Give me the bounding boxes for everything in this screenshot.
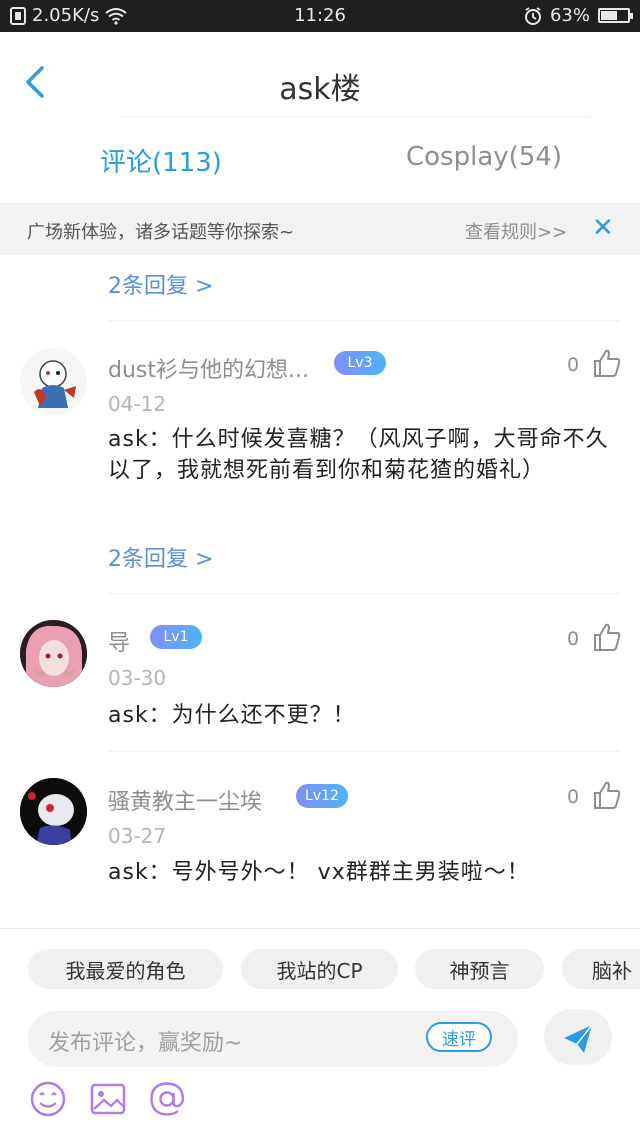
view-rules-link[interactable]: 查看规则>> xyxy=(465,218,567,244)
divider xyxy=(120,116,590,117)
status-bar: 2.05K/s 11:26 63% xyxy=(0,0,640,32)
mention-icon[interactable] xyxy=(147,1079,187,1119)
notice-banner: 广场新体验，诸多话题等你探索~ 查看规则>> ✕ xyxy=(0,203,640,255)
page-title: ask楼 xyxy=(279,72,361,107)
comment-input[interactable]: 发布评论，赢奖励~ 速评 xyxy=(28,1011,518,1067)
quick-comment-button[interactable]: 速评 xyxy=(426,1022,492,1052)
thumbs-up-icon[interactable] xyxy=(592,348,622,378)
comment-date: 03-27 xyxy=(108,824,167,848)
comment-date: 04-12 xyxy=(108,392,167,416)
like-count: 0 xyxy=(567,628,580,650)
comment-input-placeholder: 发布评论，赢奖励~ xyxy=(48,1031,243,1056)
comment-date: 03-30 xyxy=(108,666,167,690)
thumbs-up-icon[interactable] xyxy=(592,622,622,652)
replies-link[interactable]: 2条回复 > xyxy=(108,541,213,573)
level-badge: Lv12 xyxy=(296,784,348,808)
username[interactable]: 导 xyxy=(108,625,130,657)
alarm-icon xyxy=(524,6,541,25)
battery-level xyxy=(601,11,618,20)
tab-comments[interactable]: 评论(113) xyxy=(100,142,222,179)
thumbs-up-icon[interactable] xyxy=(592,780,622,810)
avatar[interactable] xyxy=(20,348,87,415)
divider xyxy=(108,320,620,321)
send-icon xyxy=(564,1024,593,1053)
emoji-icon[interactable] xyxy=(28,1079,68,1119)
comment-text: ask：号外号外～！ vx群群主男装啦～！ xyxy=(108,860,530,885)
topic-chip[interactable]: 脑补 xyxy=(562,949,640,989)
tab-cosplay[interactable]: Cosplay(54) xyxy=(406,142,562,172)
comment-composer: 我最爱的角色 我站的CP 神预言 脑补 发布评论，赢奖励~ 速评 xyxy=(0,928,640,1139)
battery-icon xyxy=(598,8,633,23)
send-button[interactable] xyxy=(544,1009,612,1065)
close-icon[interactable]: ✕ xyxy=(592,213,614,243)
topic-chip[interactable]: 我最爱的角色 xyxy=(28,949,223,989)
comment-text: ask：为什么还不更？！ xyxy=(108,703,356,728)
avatar[interactable] xyxy=(20,620,87,687)
like-count: 0 xyxy=(567,354,580,376)
comment-text: ask：什么时候发喜糖？（风风子啊，大哥命不久以了，我就想死前看到你和菊花猹的婚… xyxy=(108,427,609,483)
topic-chip[interactable]: 神预言 xyxy=(415,949,544,989)
username[interactable]: dust衫与他的幻想... xyxy=(108,352,309,384)
divider xyxy=(108,593,620,594)
level-badge: Lv1 xyxy=(150,625,202,649)
image-icon[interactable] xyxy=(88,1079,128,1119)
level-badge: Lv3 xyxy=(334,351,386,375)
battery-percent: 63% xyxy=(549,5,590,26)
avatar[interactable] xyxy=(20,778,87,845)
like-count: 0 xyxy=(567,786,580,808)
username[interactable]: 骚黄教主一尘埃 xyxy=(108,784,262,816)
topic-chip[interactable]: 我站的CP xyxy=(241,949,398,989)
divider xyxy=(108,751,620,752)
notice-text: 广场新体验，诸多话题等你探索~ xyxy=(27,222,295,243)
replies-link[interactable]: 2条回复 > xyxy=(108,268,213,300)
